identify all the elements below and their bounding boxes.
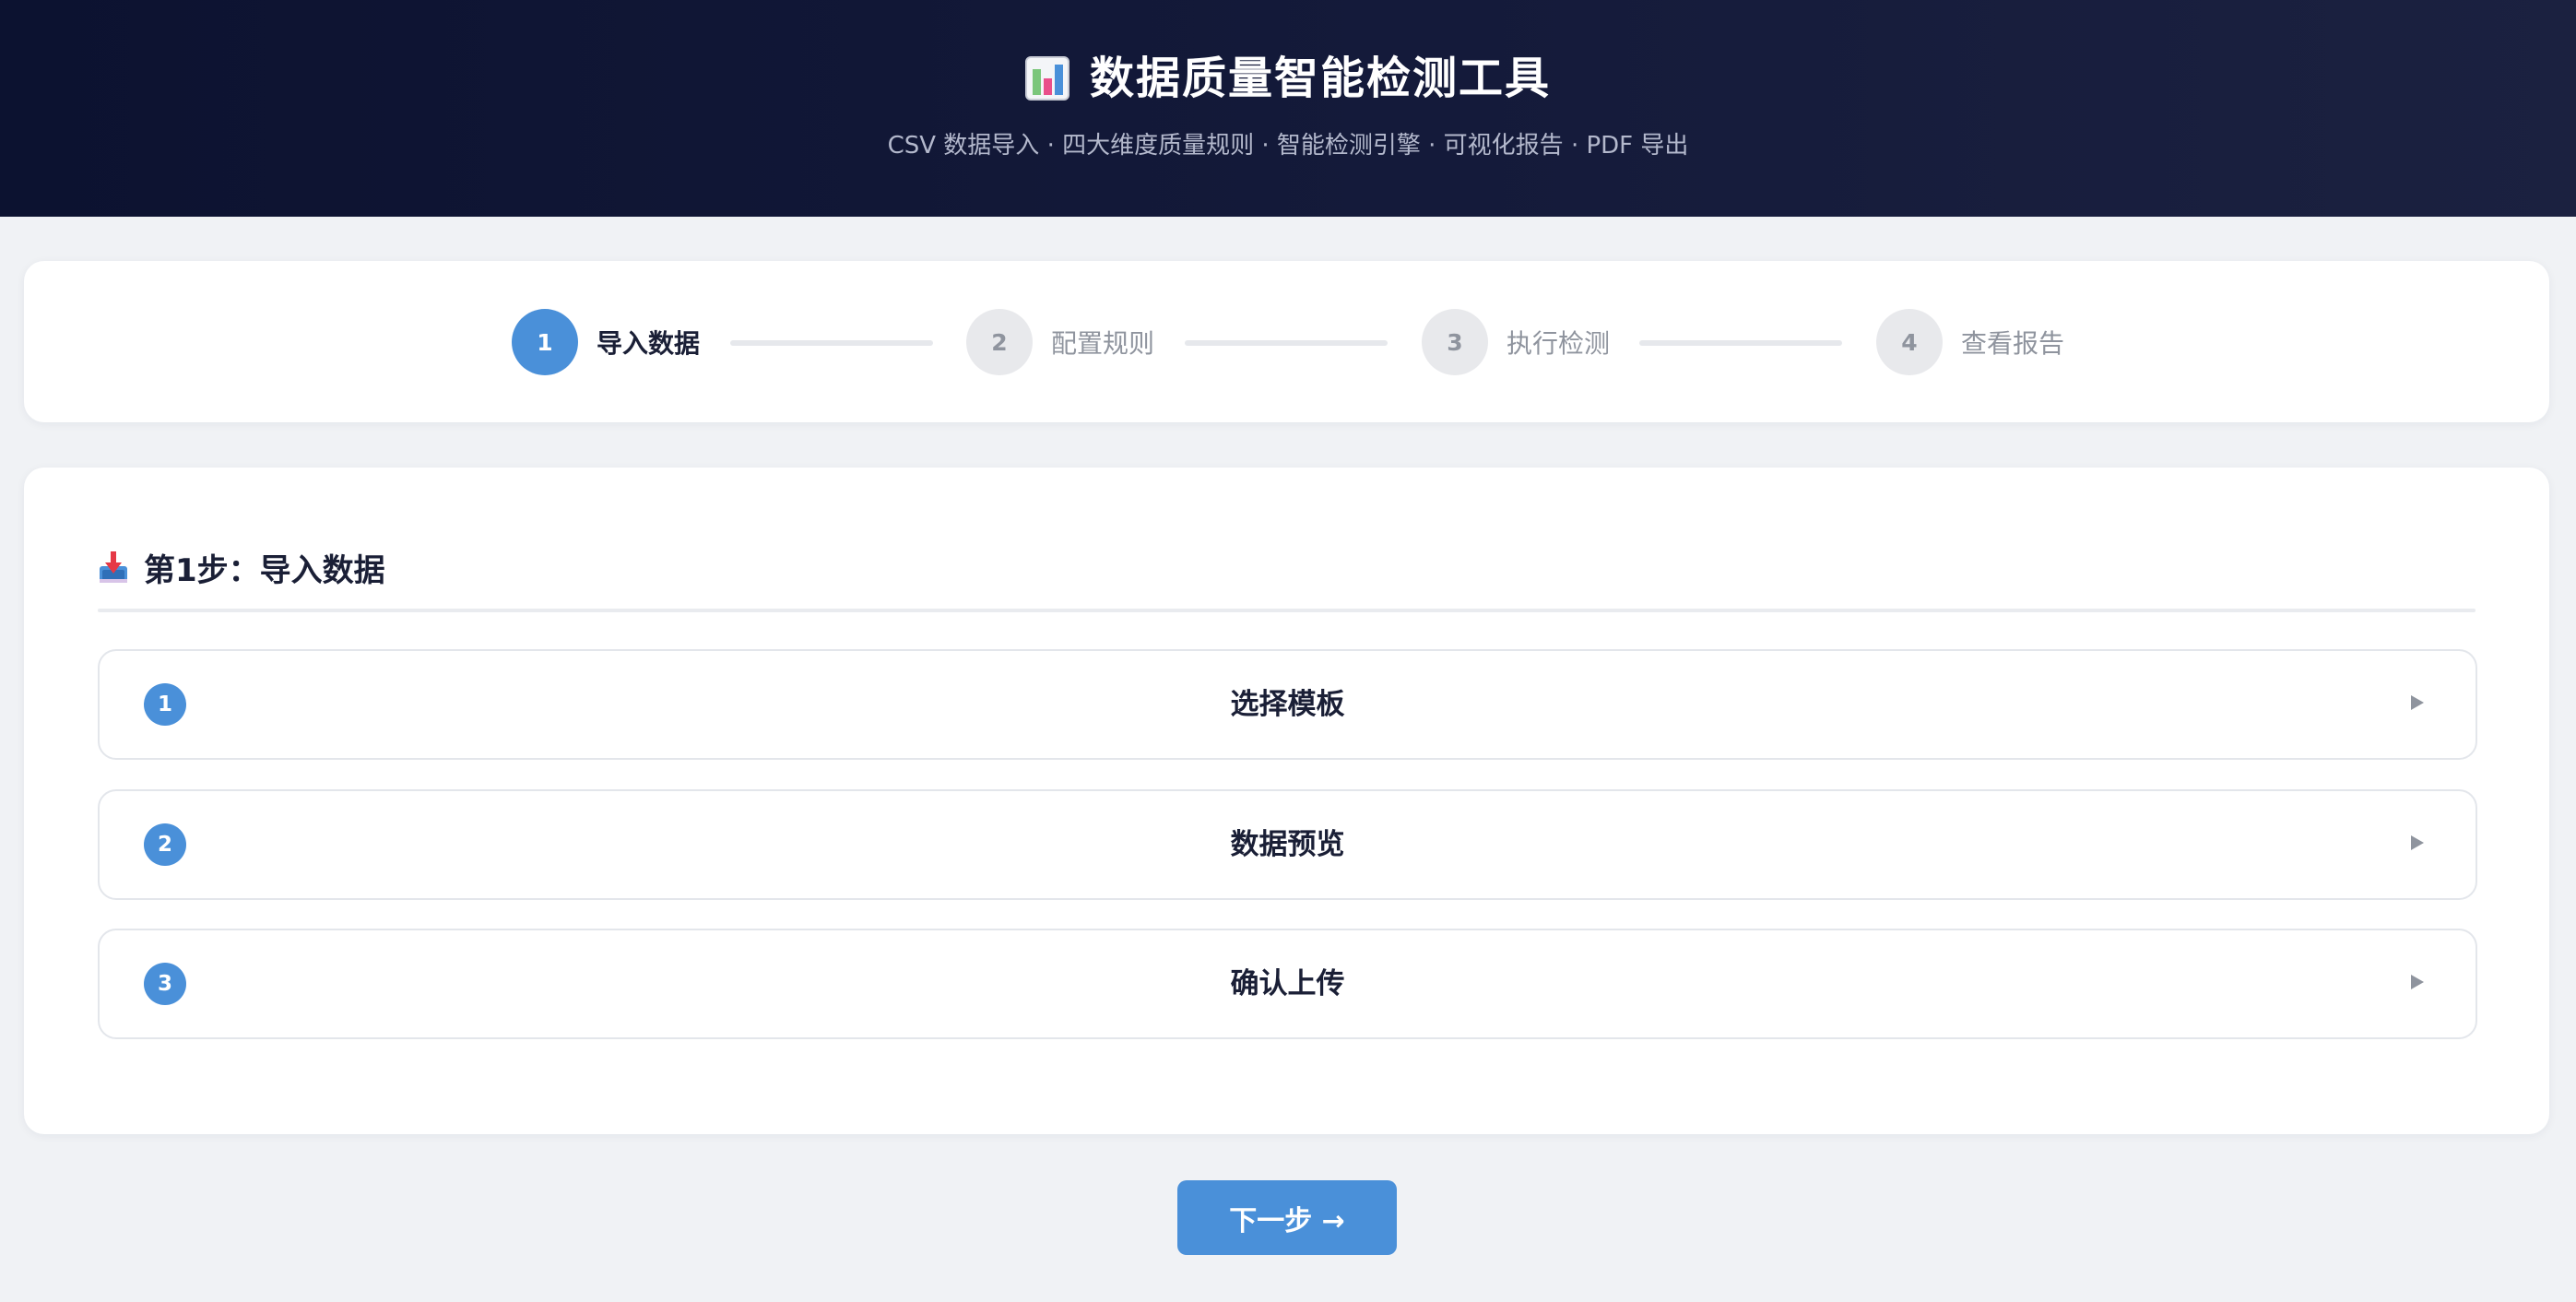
expand-arrow-icon[interactable] <box>2404 968 2431 996</box>
expand-arrow-icon[interactable] <box>2404 829 2431 857</box>
accordion-title: 选择模板 <box>1230 688 1345 721</box>
app-header: 数据质量智能检测工具 CSV 数据导入 · 四大维度质量规则 · 智能检测引擎 … <box>0 0 2576 217</box>
header-title-row: 数据质量智能检测工具 <box>0 46 2576 111</box>
accordion-number-badge: 1 <box>144 683 186 726</box>
progress-stepper: 1 导入数据 2 配置规则 3 执行检测 4 查看报告 <box>24 261 2549 422</box>
accordion-confirm-upload[interactable]: 确认上传 3 <box>98 929 2477 1039</box>
divider <box>98 609 2476 612</box>
step-label: 执行检测 <box>1507 328 1611 359</box>
app-subtitle: CSV 数据导入 · 四大维度质量规则 · 智能检测引擎 · 可视化报告 · P… <box>887 132 1689 160</box>
step-number-badge: 3 <box>1422 309 1488 375</box>
step-number-badge: 4 <box>1876 309 1943 375</box>
step-configure-rules[interactable]: 2 配置规则 <box>966 309 1154 375</box>
accordion-number-badge: 2 <box>144 823 186 866</box>
next-step-button[interactable]: 下一步 → <box>1177 1180 1397 1255</box>
accordion-number-badge: 3 <box>144 963 186 1005</box>
section-heading: 第1步：导入数据 <box>98 539 385 595</box>
step-connector <box>1639 340 1842 346</box>
bar-chart-icon <box>1024 56 1069 101</box>
accordion-select-template[interactable]: 选择模板 1 <box>98 649 2477 760</box>
step-label: 查看报告 <box>1961 328 2065 359</box>
app-title: 数据质量智能检测工具 <box>1089 53 1551 104</box>
step-connector <box>1185 340 1388 346</box>
section-title: 第1步：导入数据 <box>144 551 385 589</box>
accordion-title: 确认上传 <box>1230 967 1345 1000</box>
inbox-tray-icon <box>100 551 127 583</box>
accordion-data-preview[interactable]: 数据预览 2 <box>98 789 2477 900</box>
step-label: 配置规则 <box>1051 328 1155 359</box>
step-label: 导入数据 <box>597 328 701 359</box>
step-import-data[interactable]: 1 导入数据 <box>512 309 700 375</box>
import-data-panel: 第1步：导入数据 选择模板 1 数据预览 2 确认上传 3 <box>24 468 2549 1134</box>
step-run-detection[interactable]: 3 执行检测 <box>1422 309 1610 375</box>
expand-arrow-icon[interactable] <box>2404 689 2431 716</box>
step-number-badge: 1 <box>512 309 578 375</box>
step-number-badge: 2 <box>966 309 1033 375</box>
accordion-title: 数据预览 <box>1230 828 1345 861</box>
step-view-report[interactable]: 4 查看报告 <box>1876 309 2064 375</box>
step-connector <box>730 340 933 346</box>
